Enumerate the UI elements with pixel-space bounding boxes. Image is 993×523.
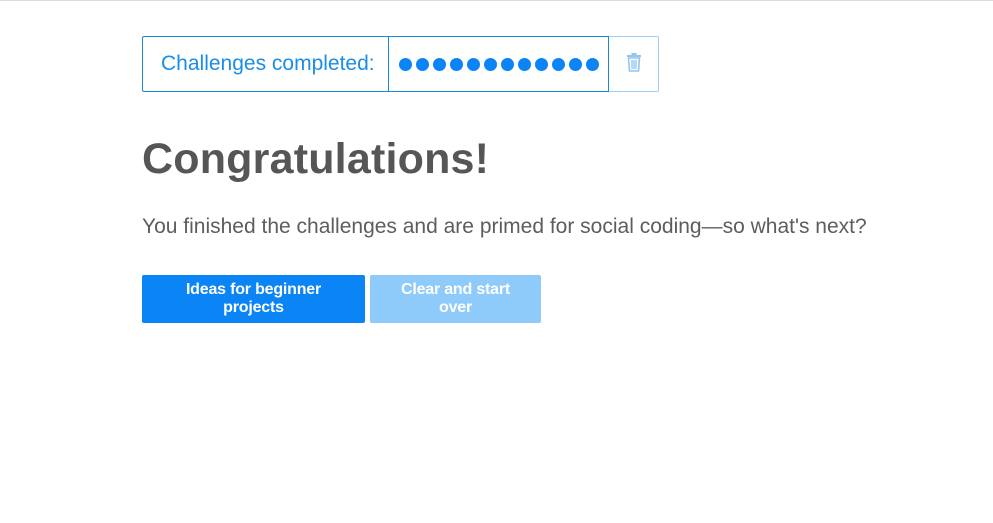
action-buttons: Ideas for beginner projects Clear and st… bbox=[142, 275, 902, 324]
clear-and-start-over-button[interactable]: Clear and start over bbox=[370, 275, 541, 324]
completed-dot bbox=[398, 57, 412, 71]
completed-dot bbox=[517, 57, 531, 71]
completed-dot bbox=[568, 57, 582, 71]
completed-dot bbox=[500, 57, 514, 71]
completed-dot bbox=[585, 57, 599, 71]
completed-dot bbox=[432, 57, 446, 71]
trash-icon bbox=[626, 52, 642, 77]
page-title: Congratulations! bbox=[142, 135, 490, 183]
lead-text: You finished the challenges and are prim… bbox=[142, 215, 867, 239]
completed-dot bbox=[449, 57, 463, 71]
main-content: Challenges completed: Congratulations! Y… bbox=[142, 36, 902, 324]
completed-dot bbox=[551, 57, 565, 71]
completed-dot bbox=[534, 57, 548, 71]
completed-dot bbox=[466, 57, 480, 71]
beginner-projects-button[interactable]: Ideas for beginner projects bbox=[142, 275, 365, 324]
progress-dots bbox=[388, 36, 609, 92]
progress-bar: Challenges completed: bbox=[142, 36, 902, 92]
top-divider bbox=[0, 0, 993, 1]
completed-dot bbox=[415, 57, 429, 71]
clear-progress-button[interactable] bbox=[609, 36, 659, 92]
completed-dot bbox=[483, 57, 497, 71]
progress-label: Challenges completed: bbox=[142, 36, 388, 92]
